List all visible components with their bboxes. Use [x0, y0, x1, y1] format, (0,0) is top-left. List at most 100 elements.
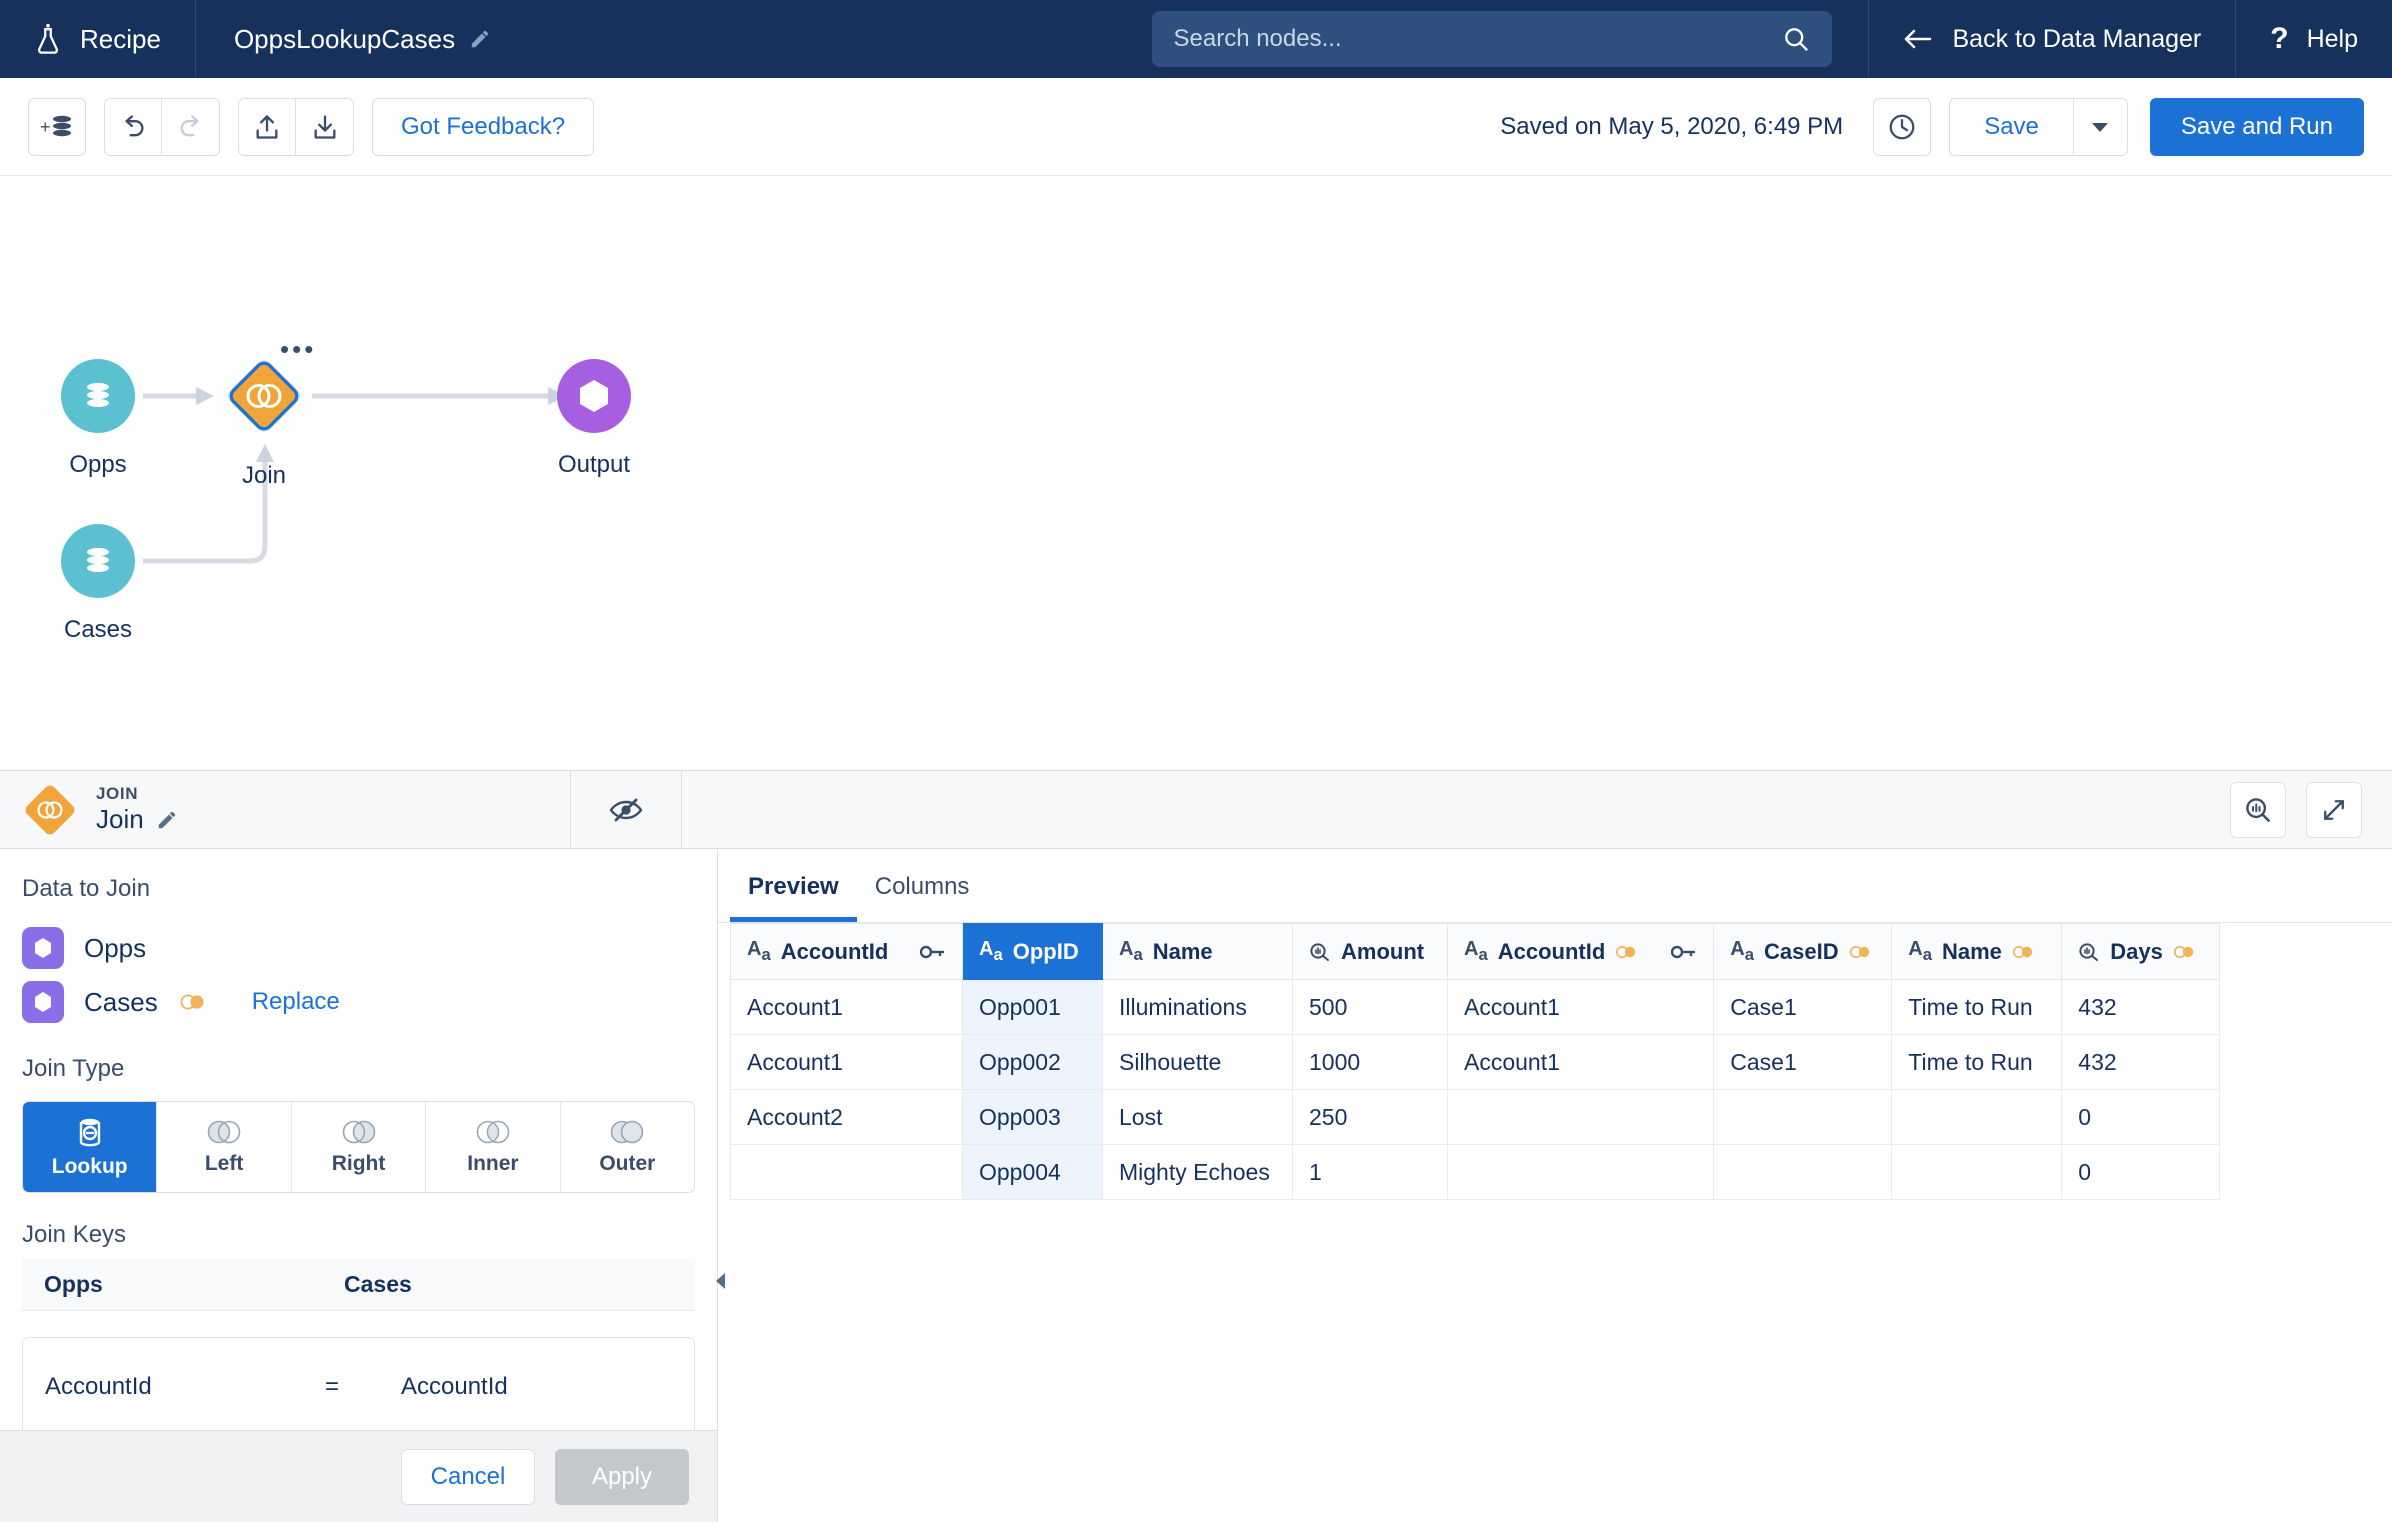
profile-data-button[interactable] [2230, 781, 2286, 838]
column-header-oppid[interactable]: Aa OppID [962, 923, 1103, 980]
upload-button[interactable] [238, 97, 296, 156]
text-type-icon: Aa [1119, 938, 1143, 964]
tab-columns[interactable]: Columns [857, 873, 988, 922]
dataset-name-cases: Cases [84, 986, 158, 1017]
column-header-accountid-left[interactable]: Aa AccountId [730, 923, 963, 980]
tab-preview[interactable]: Preview [730, 873, 857, 922]
join-key-row[interactable]: AccountId = AccountId [22, 1337, 695, 1430]
cancel-button[interactable]: Cancel [401, 1448, 535, 1505]
redo-button[interactable] [162, 97, 220, 156]
cell: Illuminations [1102, 979, 1293, 1035]
recipe-editor: Recipe OppsLookupCases Back to Data Mana… [0, 0, 2392, 1522]
collapse-config-handle[interactable] [712, 1269, 730, 1293]
table-row[interactable]: Account1 Opp001 Illuminations 500 Accoun… [730, 979, 2221, 1035]
right-dataset-badge-icon [2173, 945, 2194, 958]
undo-icon [125, 114, 144, 136]
table-row[interactable]: Account2 Opp003 Lost 250 0 [730, 1089, 2221, 1145]
search-icon [1784, 28, 1808, 51]
measure-type-icon [1310, 942, 1329, 961]
table-row[interactable]: Account1 Opp002 Silhouette 1000 Account1… [730, 1034, 2221, 1090]
panel-body: Data to Join Opps Cases Replace Join Typ… [0, 849, 2392, 1522]
got-feedback-button[interactable]: Got Feedback? [372, 97, 595, 156]
save-options-button[interactable] [2073, 97, 2128, 156]
run-history-button[interactable] [1873, 97, 1932, 156]
cell: Opp004 [962, 1144, 1103, 1200]
column-header-name-right[interactable]: Aa Name [1891, 923, 2063, 980]
column-header-amount[interactable]: Amount [1292, 923, 1448, 980]
join-type-right-label: Right [331, 1152, 386, 1175]
cell: Opp001 [962, 979, 1103, 1035]
join-type-segmented-control: Lookup Left Right Inner Outer [22, 1101, 695, 1193]
cell: Time to Run [1891, 979, 2063, 1035]
question-mark-icon: ? [2270, 22, 2289, 55]
search-box[interactable] [1151, 11, 1832, 67]
hexagon-icon [580, 380, 608, 412]
column-label: Name [1942, 938, 2002, 964]
right-dataset-badge-icon [1616, 945, 1636, 958]
join-key-right-field[interactable]: AccountId [401, 1373, 508, 1401]
recipe-home-link[interactable]: Recipe [0, 0, 196, 78]
dataset-row-opps[interactable]: Opps [22, 921, 695, 975]
cell: Account1 [1446, 1034, 1715, 1090]
join-type-outer[interactable]: Outer [560, 1102, 694, 1192]
text-type-icon: Aa [1908, 938, 1932, 964]
join-type-lookup-label: Lookup [51, 1155, 128, 1178]
cell: 432 [2061, 979, 2221, 1035]
join-key-operator: = [325, 1373, 340, 1400]
import-export-group [238, 97, 354, 156]
cell: 432 [2061, 1034, 2221, 1090]
hexagon-icon [35, 992, 51, 1012]
column-header-accountid-right[interactable]: Aa AccountId [1446, 923, 1715, 980]
replace-dataset-link[interactable]: Replace [252, 988, 340, 1016]
help-label: Help [2306, 24, 2358, 53]
key-icon [1671, 945, 1696, 958]
recipe-name-block[interactable]: OppsLookupCases [196, 0, 529, 78]
back-to-data-manager-link[interactable]: Back to Data Manager [1867, 0, 2236, 78]
node-panel-identity: JOIN Join [0, 771, 570, 848]
saved-timestamp: Saved on May 5, 2020, 6:49 PM [1500, 112, 1844, 140]
join-type-lookup[interactable]: Lookup [23, 1102, 158, 1192]
table-row[interactable]: Opp004 Mighty Echoes 1 0 [730, 1144, 2221, 1200]
join-type-left[interactable]: Left [157, 1102, 292, 1192]
join-type-label: Join Type [22, 1055, 125, 1082]
apply-button[interactable]: Apply [555, 1448, 689, 1505]
cell: Account1 [730, 1034, 963, 1090]
expand-panel-button[interactable] [2306, 781, 2362, 838]
node-output[interactable]: Output [557, 359, 631, 479]
join-type-right[interactable]: Right [291, 1102, 427, 1192]
top-header: Recipe OppsLookupCases Back to Data Mana… [0, 0, 2392, 78]
cell: Lost [1102, 1089, 1293, 1145]
pencil-icon[interactable] [469, 28, 491, 50]
undo-button[interactable] [104, 97, 162, 156]
toggle-preview-button[interactable] [571, 771, 681, 848]
key-icon [920, 945, 944, 958]
text-type-icon: Aa [747, 938, 771, 964]
column-header-days[interactable]: Days [2061, 923, 2221, 980]
header-spacer [529, 0, 1151, 78]
join-type-inner[interactable]: Inner [426, 1102, 561, 1192]
column-header-name-left[interactable]: Aa Name [1102, 923, 1293, 980]
join-key-left-field[interactable]: AccountId [45, 1373, 325, 1401]
preview-table-body: Account1 Opp001 Illuminations 500 Accoun… [730, 979, 2221, 1200]
column-header-caseid[interactable]: Aa CaseID [1713, 923, 1893, 980]
preview-tabs: Preview Columns [718, 849, 2392, 923]
dataset-row-cases[interactable]: Cases Replace [22, 975, 695, 1029]
add-database-icon: + [40, 115, 71, 137]
preview-grid-wrap[interactable]: Aa AccountId Aa OppID Aa Name Amount Aa … [718, 923, 2392, 1522]
recipe-canvas[interactable]: Opps ••• Join Output Cases [0, 176, 2392, 770]
add-data-button[interactable]: + [28, 97, 86, 156]
node-opps[interactable]: Opps [61, 359, 135, 479]
search-input[interactable] [1173, 25, 1782, 53]
save-and-run-button[interactable]: Save and Run [2149, 97, 2364, 156]
help-link[interactable]: ? Help [2235, 0, 2392, 78]
node-join[interactable]: ••• Join [216, 336, 313, 490]
expand-arrows-icon [2324, 799, 2344, 820]
node-cases[interactable]: Cases [61, 524, 135, 644]
join-config-column: Data to Join Opps Cases Replace Join Typ… [0, 849, 718, 1522]
database-icon [87, 548, 109, 572]
join-keys-col-right: Cases [344, 1271, 412, 1297]
pencil-icon[interactable] [156, 809, 178, 831]
save-button[interactable]: Save [1949, 97, 2074, 156]
download-button[interactable] [296, 97, 354, 156]
column-label: CaseID [1764, 938, 1839, 964]
